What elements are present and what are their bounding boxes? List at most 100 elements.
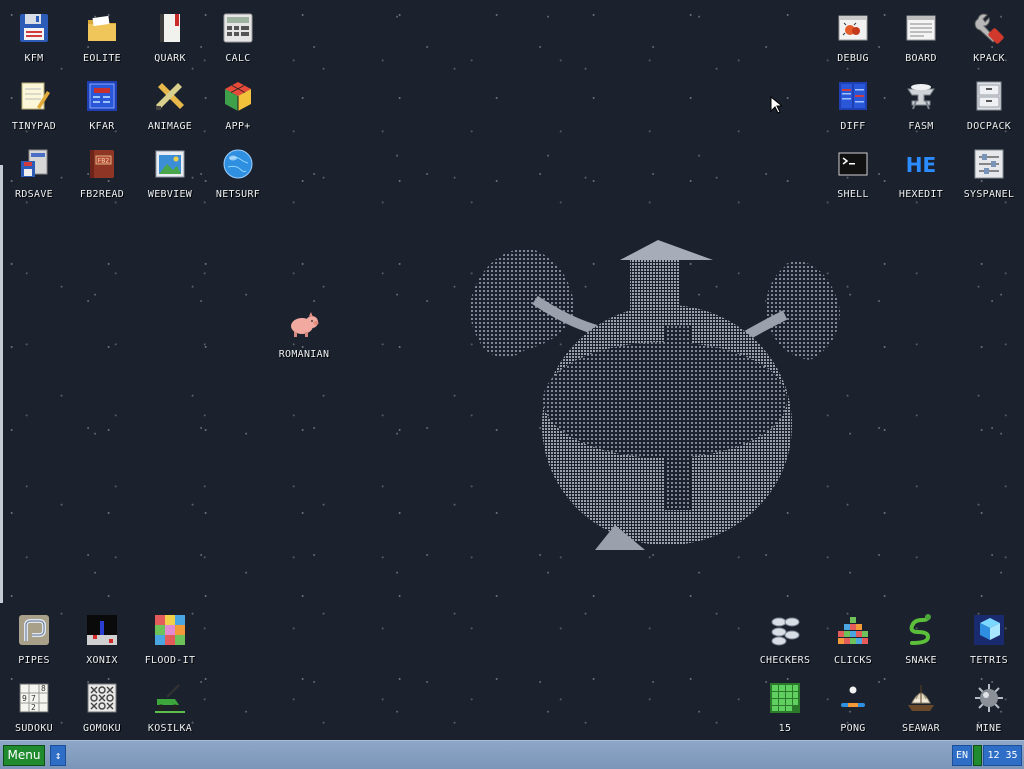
icon-label: BOARD	[905, 53, 937, 64]
icon-label: EOLITE	[83, 53, 121, 64]
icon-label: GOMOKU	[83, 723, 121, 734]
tetris-icon	[972, 613, 1006, 647]
icon-label: PONG	[840, 723, 866, 734]
desktop-icon-seawar[interactable]: SEAWAR	[887, 674, 955, 740]
icon-label: TINYPAD	[11, 121, 57, 132]
sudoku-digit: 9	[22, 694, 27, 703]
desktop-icon-mine[interactable]: MINE	[955, 674, 1023, 740]
icon-label: DEBUG	[837, 53, 869, 64]
desktop-icon-kfar[interactable]: KFAR	[68, 72, 136, 138]
board-icon	[904, 11, 938, 45]
desktop-icon-animage[interactable]: ANIMAGE	[136, 72, 204, 138]
pig-icon	[287, 307, 321, 341]
anvil-icon	[904, 79, 938, 113]
desktop-icon-kosilka[interactable]: KOSILKA	[136, 674, 204, 740]
desktop-icon-15[interactable]: 15	[751, 674, 819, 740]
desktop-icon-app-plus[interactable]: APP+	[204, 72, 272, 138]
icon-label: 15	[778, 723, 792, 734]
desktop-icon-calc[interactable]: CALC	[204, 4, 272, 70]
desktop-icon-shell[interactable]: SHELL	[819, 140, 887, 206]
floppy-disk-icon	[17, 11, 51, 45]
notepad-icon	[17, 79, 51, 113]
desktop-icon-netsurf[interactable]: NETSURF	[204, 140, 272, 206]
desktop-icon-hexedit[interactable]: HE HEXEDIT	[887, 140, 955, 206]
rubik-cube-icon	[221, 79, 255, 113]
checkers-icon	[768, 613, 802, 647]
desktop-icon-flood-it[interactable]: FLOOD-IT	[136, 606, 204, 672]
hex-icon: HE	[904, 147, 938, 181]
icon-label: ROMANIAN	[278, 349, 330, 360]
desktop-icon-rdsave[interactable]: RDSAVE	[0, 140, 68, 206]
icon-label: SEAWAR	[902, 723, 940, 734]
pong-icon	[836, 681, 870, 715]
desktop-icon-checkers[interactable]: CHECKERS	[751, 606, 819, 672]
book-icon: FB2	[85, 147, 119, 181]
desktop-icon-kfm[interactable]: KFM	[0, 4, 68, 70]
ship-icon	[904, 681, 938, 715]
desktop-icon-xonix[interactable]: XONIX	[68, 606, 136, 672]
desktop-icon-sudoku[interactable]: 9 7 8 2 SUDOKU	[0, 674, 68, 740]
icon-label: SUDOKU	[15, 723, 53, 734]
diff-icon	[836, 79, 870, 113]
gomoku-icon	[85, 681, 119, 715]
desktop-icon-quark[interactable]: QUARK	[136, 4, 204, 70]
language-indicator[interactable]: EN	[952, 745, 972, 766]
desktop-icon-syspanel[interactable]: SYSPANEL	[955, 140, 1023, 206]
desktop-icon-fb2read[interactable]: FB2 FB2READ	[68, 140, 136, 206]
archive-icon	[85, 79, 119, 113]
desktop-icon-fasm[interactable]: FASM	[887, 72, 955, 138]
icon-label: FB2READ	[79, 189, 125, 200]
icon-label: FASM	[908, 121, 934, 132]
desktop-icon-tetris[interactable]: TETRIS	[955, 606, 1023, 672]
icon-label: NETSURF	[215, 189, 261, 200]
lawnmower-icon	[153, 681, 187, 715]
clock[interactable]: 12 35	[983, 745, 1022, 766]
wrench-icon	[972, 11, 1006, 45]
icon-label: KPACK	[973, 53, 1005, 64]
desktop-icon-gomoku[interactable]: GOMOKU	[68, 674, 136, 740]
desktop-icon-docpack[interactable]: DOCPACK	[955, 72, 1023, 138]
desktop-icon-pipes[interactable]: PIPES	[0, 606, 68, 672]
icon-label: QUARK	[154, 53, 186, 64]
taskbar: Menu ↕ EN 12 35	[0, 740, 1024, 769]
side-panel-edge[interactable]	[0, 165, 3, 603]
calculator-icon	[221, 11, 255, 45]
globe-icon	[221, 147, 255, 181]
icon-label: KFM	[24, 53, 44, 64]
desktop-icon-webview[interactable]: WEBVIEW	[136, 140, 204, 206]
icon-label: DIFF	[840, 121, 866, 132]
icon-label: RDSAVE	[15, 189, 53, 200]
desktop-icon-eolite[interactable]: EOLITE	[68, 4, 136, 70]
desktop-icon-kpack[interactable]: KPACK	[955, 4, 1023, 70]
mine-icon	[972, 681, 1006, 715]
desktop: KFM EOLITE QUARK CALC TINYPAD KFAR ANIMA…	[0, 0, 1024, 740]
pipes-icon	[17, 613, 51, 647]
sudoku-digit: 7	[31, 694, 36, 703]
desktop-icon-clicks[interactable]: CLICKS	[819, 606, 887, 672]
desktop-icon-diff[interactable]: DIFF	[819, 72, 887, 138]
window-switch-button[interactable]: ↕	[50, 745, 66, 766]
svg-text:HE: HE	[906, 153, 936, 177]
bug-icon	[836, 11, 870, 45]
svg-text:FB2: FB2	[98, 158, 110, 165]
xonix-icon	[85, 613, 119, 647]
terminal-icon	[836, 147, 870, 181]
desktop-icon-tinypad[interactable]: TINYPAD	[0, 72, 68, 138]
desktop-icon-romanian[interactable]: ROMANIAN	[270, 300, 338, 366]
icon-label: SYSPANEL	[963, 189, 1015, 200]
menu-button[interactable]: Menu	[3, 745, 45, 766]
icon-label: SHELL	[837, 189, 869, 200]
folder-icon	[85, 11, 119, 45]
sudoku-icon: 9 7 8 2	[17, 681, 51, 715]
desktop-icon-board[interactable]: BOARD	[887, 4, 955, 70]
icon-label: CHECKERS	[759, 655, 811, 666]
icon-label: XONIX	[86, 655, 118, 666]
cabinet-icon	[972, 79, 1006, 113]
desktop-icon-debug[interactable]: DEBUG	[819, 4, 887, 70]
status-indicator	[973, 745, 982, 766]
wallpaper-planet-treehouse	[470, 240, 840, 550]
desktop-icon-snake[interactable]: SNAKE	[887, 606, 955, 672]
desktop-icon-pong[interactable]: PONG	[819, 674, 887, 740]
ram-save-icon	[17, 147, 51, 181]
icon-label: KFAR	[89, 121, 115, 132]
